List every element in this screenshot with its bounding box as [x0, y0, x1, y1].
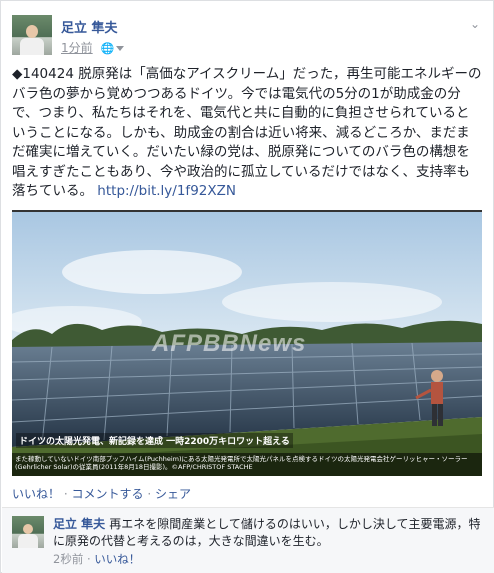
post-timestamp[interactable]: 1分前 — [61, 41, 93, 55]
photo-watermark: AFPBBNews — [152, 330, 307, 357]
separator: · — [63, 487, 68, 501]
comment-like-button[interactable]: いいね！ — [94, 552, 140, 566]
comment-author[interactable]: 足立 隼夫 — [53, 517, 105, 531]
separator: · — [86, 552, 91, 566]
chevron-down-icon[interactable]: ⌄ — [470, 17, 480, 31]
comment-timestamp[interactable]: 2秒前 — [53, 552, 83, 566]
photo-headline: ドイツの太陽光発電、新記録を達成 一時2200万キロワット超える — [16, 433, 293, 448]
post-card: 足立 隼夫 1分前 🌐 ⌄ ◆140424 脱原発は「高価なアイスクリーム」だっ… — [0, 0, 494, 573]
comment-avatar[interactable] — [12, 516, 44, 548]
caret-down-icon[interactable] — [116, 46, 125, 51]
post-header: 足立 隼夫 1分前 🌐 ⌄ — [12, 15, 482, 57]
author-name[interactable]: 足立 隼夫 — [61, 17, 118, 36]
comment-body: 足立 隼夫 再エネを隙間産業として儲けるのはいい，しかし決して主要電源，特に原発の… — [53, 516, 483, 550]
photo-caption: また稼動していないドイツ南部プッフハイム(Puchheim)にある太陽光発電所で… — [12, 453, 482, 476]
globe-icon[interactable]: 🌐 — [100, 42, 114, 55]
post-photo[interactable]: AFPBBNews ドイツの太陽光発電、新記録を達成 一時2200万キロワット超… — [12, 210, 482, 476]
post-body: ◆140424 脱原発は「高価なアイスクリーム」だった，再生可能エネルギーのバラ… — [12, 65, 482, 202]
post-actions: いいね！ · コメントする · シェア — [12, 485, 191, 502]
separator: · — [147, 487, 152, 501]
share-button[interactable]: シェア — [155, 487, 191, 501]
post-text: ◆140424 脱原発は「高価なアイスクリーム」だった，再生可能エネルギーのバラ… — [12, 66, 482, 199]
post-meta: 1分前 🌐 — [61, 39, 125, 56]
comment-section: 足立 隼夫 再エネを隙間産業として儲けるのはいい，しかし決して主要電源，特に原発の… — [2, 507, 494, 573]
like-button[interactable]: いいね！ — [12, 487, 60, 501]
comment-meta: 2秒前 · いいね！ — [53, 551, 140, 567]
comment-text: 再エネを隙間産業として儲けるのはいい，しかし決して主要電源，特に原発の代替と考え… — [53, 517, 481, 548]
author-avatar[interactable] — [12, 15, 52, 55]
comment-button[interactable]: コメントする — [72, 487, 144, 501]
post-link[interactable]: http://bit.ly/1f92XZN — [97, 183, 236, 199]
